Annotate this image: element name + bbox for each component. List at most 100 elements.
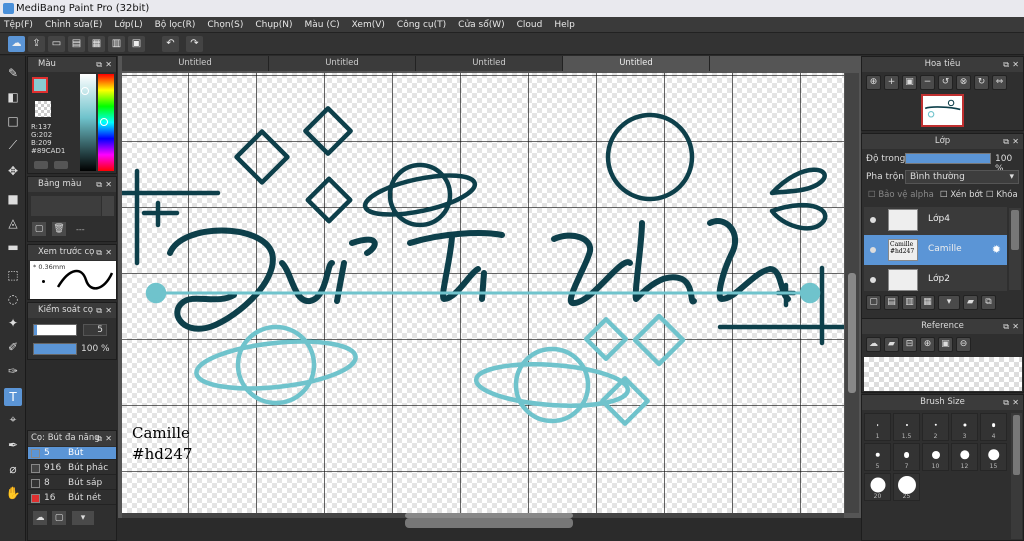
- blend-mode-select[interactable]: Bình thường ▾: [905, 170, 1019, 184]
- trash-icon[interactable]: 🗑: [52, 222, 66, 236]
- popout-icon[interactable]: ⧉: [1003, 57, 1009, 72]
- select-eraser-icon[interactable]: ✑: [4, 362, 22, 380]
- grid-page-icon[interactable]: ▥: [108, 36, 125, 52]
- menu-item[interactable]: Chọn(S): [207, 20, 243, 30]
- rotate-right-icon[interactable]: ↻: [974, 75, 989, 90]
- brush-opacity-slider[interactable]: [33, 343, 77, 355]
- brush-list-item[interactable]: 8 Bút sáp: [28, 477, 116, 490]
- popout-icon[interactable]: ⧉: [96, 177, 102, 192]
- menu-item[interactable]: Bộ lọc(R): [155, 20, 196, 30]
- select-pen-icon[interactable]: ✐: [4, 338, 22, 356]
- cloud-brush-icon[interactable]: ☁: [33, 511, 47, 525]
- brush-size-cell[interactable]: 25: [893, 473, 920, 501]
- folder-icon[interactable]: ▰: [963, 295, 978, 310]
- popout-icon[interactable]: ⧉: [1003, 395, 1009, 410]
- hue-handle[interactable]: [100, 118, 108, 126]
- move-tool-icon[interactable]: ✥: [4, 162, 22, 180]
- zoom-in-icon[interactable]: ⊕: [920, 337, 935, 352]
- secondary-color-swatch[interactable]: [35, 101, 51, 117]
- visibility-eye-icon[interactable]: [870, 247, 876, 253]
- redo-icon[interactable]: ↷: [186, 36, 203, 52]
- text-tool-icon[interactable]: T: [4, 388, 22, 406]
- menu-item[interactable]: Công cụ(T): [397, 20, 446, 30]
- swap-color-button[interactable]: [54, 161, 68, 169]
- eraser-tool-icon[interactable]: ◧: [4, 88, 22, 106]
- brush-size-cell[interactable]: 15: [980, 443, 1007, 471]
- rotate-left-icon[interactable]: ↺: [938, 75, 953, 90]
- popout-icon[interactable]: ⧉: [1003, 319, 1009, 334]
- add-color-button[interactable]: [34, 161, 48, 169]
- vertical-scroll-thumb[interactable]: [848, 273, 856, 393]
- popout-icon[interactable]: ⧉: [96, 245, 102, 260]
- brush-tool-icon[interactable]: ✎: [4, 64, 22, 82]
- brush-size-scrollbar[interactable]: [1011, 413, 1022, 539]
- visibility-eye-icon[interactable]: [870, 217, 876, 223]
- fill-rect-tool-icon[interactable]: ■: [4, 190, 22, 208]
- close-icon[interactable]: ✕: [105, 57, 112, 72]
- brush-size-cell[interactable]: 5: [864, 443, 891, 471]
- brush-size-cell[interactable]: 1: [864, 413, 891, 441]
- layer-item[interactable]: Lớp2: [864, 265, 1007, 291]
- undo-icon[interactable]: ↶: [162, 36, 179, 52]
- layer-scroll-thumb[interactable]: [1011, 210, 1019, 250]
- gradient-tool-icon[interactable]: ▬: [4, 238, 22, 256]
- canvas-page[interactable]: Camille #hd247: [122, 73, 844, 513]
- select-tool-icon[interactable]: ⬚: [4, 266, 22, 284]
- zoom-plus-icon[interactable]: +: [884, 75, 899, 90]
- palette-scrollbar[interactable]: [102, 196, 114, 216]
- layer-menu-icon[interactable]: ▾: [938, 295, 960, 310]
- popout-icon[interactable]: ⧉: [96, 431, 102, 446]
- cloud-icon[interactable]: ☁: [8, 36, 25, 52]
- halftone-layer-icon[interactable]: ▦: [920, 295, 935, 310]
- menu-item[interactable]: Chụp(N): [255, 20, 292, 30]
- upload-icon[interactable]: ⇪: [28, 36, 45, 52]
- hand-tool-icon[interactable]: ✋: [4, 484, 22, 502]
- cloud-reference-icon[interactable]: ☁: [866, 337, 881, 352]
- popout-icon[interactable]: ⧉: [96, 303, 102, 318]
- duplicate-layer-icon[interactable]: ⧉: [981, 295, 996, 310]
- document-tab[interactable]: Untitled: [122, 56, 269, 71]
- brush-size-scroll-thumb[interactable]: [1013, 415, 1020, 475]
- menu-item[interactable]: Màu (C): [305, 20, 340, 30]
- brush-size-cell[interactable]: 12: [951, 443, 978, 471]
- zoom-out-icon[interactable]: ⊖: [956, 337, 971, 352]
- layer-scrollbar[interactable]: [1009, 208, 1021, 290]
- magic-wand-icon[interactable]: ✦: [4, 314, 22, 332]
- zoom-in-icon[interactable]: ⊕: [866, 75, 881, 90]
- navigator-thumbnail[interactable]: [921, 94, 964, 127]
- close-icon[interactable]: ✕: [105, 303, 112, 318]
- visibility-eye-icon[interactable]: [870, 277, 876, 283]
- open-folder-icon[interactable]: ▰: [884, 337, 899, 352]
- popout-icon[interactable]: ⧉: [96, 57, 102, 72]
- close-icon[interactable]: ✕: [1012, 395, 1019, 410]
- operation-tool-icon[interactable]: ⌖: [4, 410, 22, 428]
- close-icon[interactable]: ✕: [105, 177, 112, 192]
- brush-size-cell[interactable]: 10: [922, 443, 949, 471]
- new-8bit-layer-icon[interactable]: ▤: [884, 295, 899, 310]
- tiles-icon[interactable]: ▣: [128, 36, 145, 52]
- brush-size-cell[interactable]: 1.5: [893, 413, 920, 441]
- line-tool-icon[interactable]: ⟋: [4, 136, 22, 154]
- document-tab[interactable]: Untitled: [269, 56, 416, 71]
- layer-opacity-slider[interactable]: [905, 153, 991, 164]
- layer-item[interactable]: Lớp4: [864, 207, 1007, 236]
- color-picker-handle[interactable]: [81, 87, 89, 95]
- vertical-scrollbar[interactable]: [845, 73, 859, 513]
- lasso-tool-icon[interactable]: ◌: [4, 290, 22, 308]
- brush-list-item[interactable]: 916 Bút phác: [28, 462, 116, 475]
- brush-size-cell[interactable]: 3: [951, 413, 978, 441]
- close-icon[interactable]: ✕: [105, 245, 112, 260]
- menu-item[interactable]: Lớp(L): [114, 20, 142, 30]
- close-icon[interactable]: ✕: [1012, 134, 1019, 149]
- primary-color-swatch[interactable]: [32, 77, 48, 93]
- palette-list[interactable]: [31, 196, 101, 216]
- brush-size-cell[interactable]: 20: [864, 473, 891, 501]
- fit-icon[interactable]: ▣: [902, 75, 917, 90]
- layer-item[interactable]: Camille #hd247 Camille ✹: [864, 235, 1007, 266]
- document-icon[interactable]: ▤: [68, 36, 85, 52]
- brush-list-item[interactable]: 5 Bút: [28, 447, 116, 460]
- new-1bit-layer-icon[interactable]: ▥: [902, 295, 917, 310]
- document-tab[interactable]: Untitled: [416, 56, 563, 71]
- lock-checkbox[interactable]: ☐ Khóa: [986, 190, 1018, 200]
- close-icon[interactable]: ✕: [105, 431, 112, 446]
